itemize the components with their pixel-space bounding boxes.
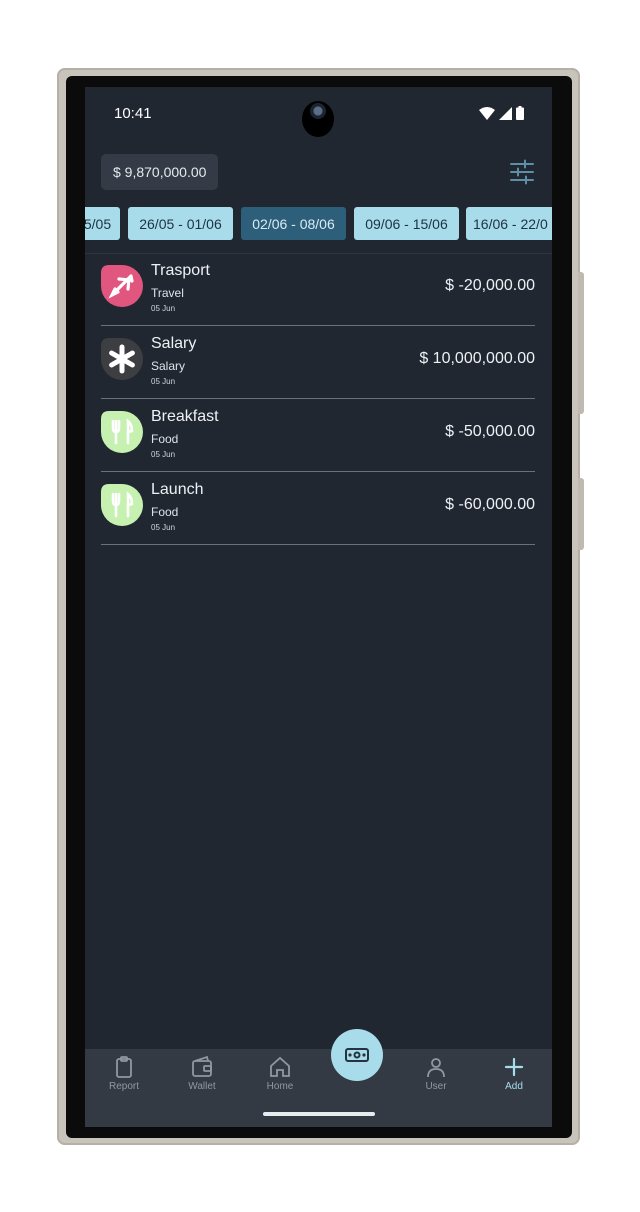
status-time: 10:41 xyxy=(114,105,152,122)
transaction-date: 05 Jun xyxy=(151,304,176,313)
transaction-row[interactable]: Trasport Travel 05 Jun $ -20,000.00 xyxy=(101,253,535,326)
transaction-category: Food xyxy=(151,432,179,446)
clipboard-icon xyxy=(116,1056,132,1078)
nav-user-label: User xyxy=(425,1081,447,1092)
transactions-fab-button[interactable] xyxy=(331,1029,383,1081)
fork-knife-icon xyxy=(101,484,143,526)
transaction-title: Trasport xyxy=(151,262,210,279)
asterisk-icon xyxy=(101,338,143,380)
airplane-icon xyxy=(101,265,143,307)
nav-wallet[interactable]: Wallet xyxy=(172,1055,232,1092)
nav-report[interactable]: Report xyxy=(94,1055,154,1092)
nav-home-label: Home xyxy=(266,1081,294,1092)
nav-report-label: Report xyxy=(108,1081,139,1092)
transaction-amount: $ -20,000.00 xyxy=(445,277,535,294)
side-button-volume xyxy=(578,272,584,414)
balance-display[interactable]: $ 9,870,000.00 xyxy=(101,154,219,190)
home-icon xyxy=(270,1056,290,1077)
transaction-amount: $ 10,000,000.00 xyxy=(419,350,535,367)
signal-icon xyxy=(499,106,512,120)
user-icon xyxy=(427,1058,445,1078)
transaction-category: Salary xyxy=(151,359,186,373)
transaction-title: Launch xyxy=(151,481,204,498)
week-chip[interactable]: 5/05 xyxy=(85,207,120,240)
plus-icon xyxy=(504,1057,524,1077)
transaction-amount: $ -60,000.00 xyxy=(445,496,535,513)
transaction-row[interactable]: Salary Salary 05 Jun $ 10,000,000.00 xyxy=(101,326,535,399)
transaction-title: Salary xyxy=(151,335,197,352)
banknote-icon xyxy=(345,1048,369,1062)
wallet-icon xyxy=(192,1055,212,1077)
camera-cutout xyxy=(302,101,334,137)
transaction-row[interactable]: Breakfast Food 05 Jun $ -50,000.00 xyxy=(101,399,535,472)
transaction-date: 05 Jun xyxy=(151,377,176,386)
week-chip[interactable]: 16/06 - 22/0 xyxy=(466,207,552,240)
app-screen: 10:41 $ 9,870,000.00 5/05 26/05 - 01/06 … xyxy=(85,87,552,1127)
nav-home[interactable]: Home xyxy=(250,1055,310,1092)
gesture-home-bar[interactable] xyxy=(263,1112,375,1116)
nav-add-label: Add xyxy=(505,1081,523,1092)
transaction-row[interactable]: Launch Food 05 Jun $ -60,000.00 xyxy=(101,472,535,545)
wifi-icon xyxy=(479,106,495,120)
battery-icon xyxy=(516,106,524,120)
nav-user[interactable]: User xyxy=(406,1055,466,1092)
transaction-list: Trasport Travel 05 Jun $ -20,000.00 Sala… xyxy=(101,253,535,545)
week-chip[interactable]: 09/06 - 15/06 xyxy=(354,207,459,240)
transaction-date: 05 Jun xyxy=(151,523,176,532)
week-chip[interactable]: 26/05 - 01/06 xyxy=(128,207,233,240)
side-button-power xyxy=(578,478,584,550)
filter-sliders-icon[interactable] xyxy=(509,159,535,185)
week-selector: 5/05 26/05 - 01/06 02/06 - 08/06 09/06 -… xyxy=(85,207,552,241)
transaction-amount: $ -50,000.00 xyxy=(445,423,535,440)
nav-add[interactable]: Add xyxy=(484,1055,544,1092)
balance-amount: $ 9,870,000.00 xyxy=(113,164,207,180)
transaction-title: Breakfast xyxy=(151,408,219,425)
transaction-category: Travel xyxy=(151,286,184,300)
status-icons xyxy=(479,106,524,120)
fork-knife-icon xyxy=(101,411,143,453)
transaction-date: 05 Jun xyxy=(151,450,176,459)
transaction-category: Food xyxy=(151,505,179,519)
nav-wallet-label: Wallet xyxy=(188,1081,216,1092)
week-chip-active[interactable]: 02/06 - 08/06 xyxy=(241,207,346,240)
